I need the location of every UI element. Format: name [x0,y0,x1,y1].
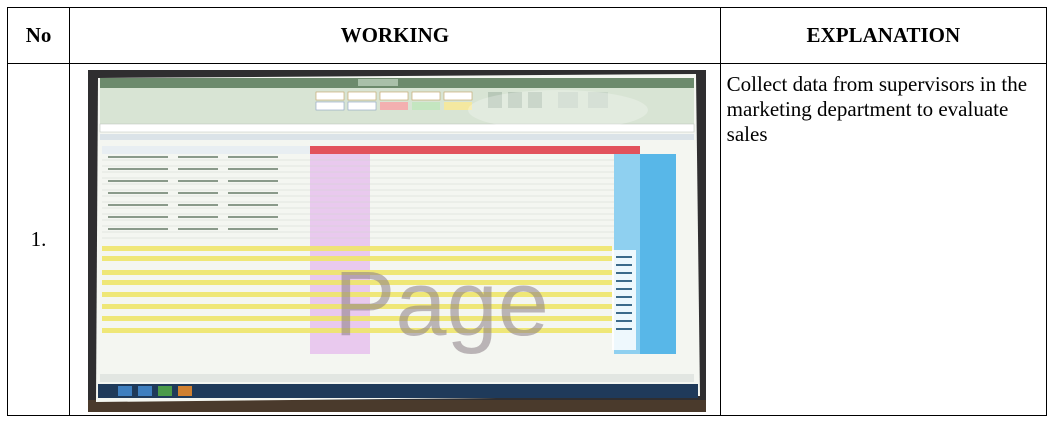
working-cell: Page [69,63,721,416]
evaluation-table: No WORKING EXPLANATION 1. Page Collect d… [6,7,1048,416]
monitor-screenshot-illustration: Page [88,70,707,412]
page-watermark-text: Page [334,253,549,355]
row-number: 1. [6,63,71,416]
table-row: 1. Page Collect data from supervisors in… [6,63,1048,416]
spreadsheet-photo: Page [88,70,707,412]
header-working: WORKING [69,7,721,64]
header-no: No [6,7,71,64]
header-row: No WORKING EXPLANATION [6,7,1048,64]
explanation-text: Collect data from supervisors in the mar… [726,72,1028,146]
header-explanation: EXPLANATION [719,7,1048,64]
explanation-cell: Collect data from supervisors in the mar… [719,63,1048,416]
